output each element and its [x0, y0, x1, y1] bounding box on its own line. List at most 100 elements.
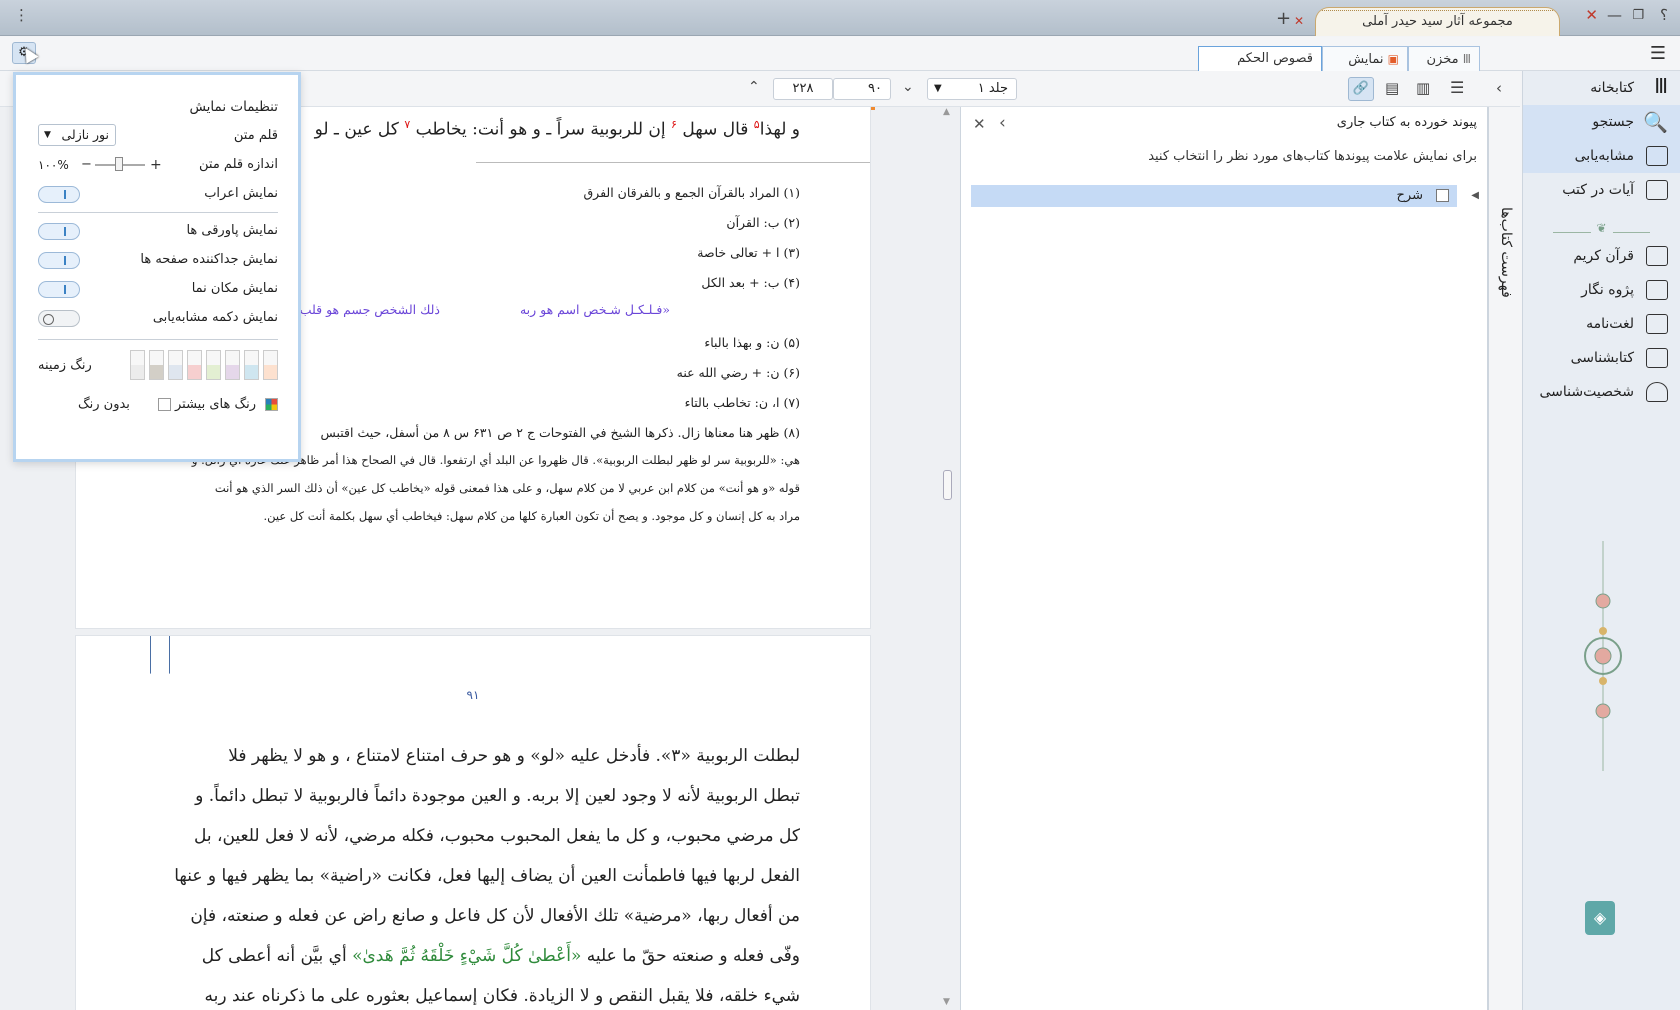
library-icon: Ⅲ — [1462, 52, 1471, 66]
bookmark-icon[interactable] — [150, 636, 170, 674]
page-down-icon[interactable]: ⌄ — [902, 79, 914, 95]
collapse-panel-icon[interactable]: ‹ — [1496, 79, 1502, 97]
toggle-label: نمایش اعراب — [204, 186, 278, 201]
color-swatch[interactable] — [244, 350, 259, 380]
sidebar-item-dictionary[interactable]: لغت‌نامه — [1523, 307, 1680, 341]
color-swatch[interactable] — [130, 350, 145, 380]
list-view-icon[interactable]: ☰ — [1450, 78, 1464, 97]
color-swatch[interactable] — [187, 350, 202, 380]
sidebar-item-bibliography[interactable]: کتابشناسی — [1523, 341, 1680, 375]
tab-fosus[interactable]: قصوص الحکم — [1198, 46, 1322, 71]
notebook-icon — [1646, 280, 1668, 300]
page-number-input[interactable]: ۹۰ — [833, 78, 891, 100]
color-swatch[interactable] — [225, 350, 240, 380]
font-select[interactable]: نور نازلی ▼ — [38, 124, 116, 146]
sidebar-item-search[interactable]: 🔍 جستجو — [1523, 105, 1680, 139]
page-separator-toggle[interactable] — [38, 252, 80, 269]
expand-arrow-icon[interactable]: ◀ — [1471, 185, 1479, 207]
no-color-label: بدون رنگ — [78, 397, 130, 412]
scroll-up-icon[interactable]: ▲ — [943, 107, 950, 117]
tab-store[interactable]: Ⅲ مخزن — [1408, 46, 1480, 71]
chevron-down-icon: ▼ — [44, 130, 51, 140]
font-value: نور نازلی — [61, 127, 110, 142]
window-tab-main[interactable]: مجموعه آثار سید حیدر آملی ✕ — [1294, 7, 1560, 36]
color-swatch[interactable] — [206, 350, 221, 380]
font-size-increase-button[interactable]: + — [150, 153, 162, 177]
books-index-tab[interactable]: فهرست کتاب‌ها — [1498, 207, 1514, 298]
toggle-label: نمایش مکان نما — [191, 281, 278, 296]
cursor-toggle[interactable] — [38, 281, 80, 298]
toggle-row: نمایش مکان نما — [38, 277, 278, 301]
maximize-window-icon[interactable]: ❐ — [1632, 8, 1644, 23]
quran-verse[interactable]: «أَعْطىٰ كُلَّ شَيْءٍ خَلْقَهُ ثُمَّ هَد… — [352, 946, 581, 966]
diacritics-toggle[interactable] — [38, 186, 80, 203]
footnote: (۲) ب: القرآن — [726, 215, 800, 230]
menu-dots-icon[interactable]: ⋮ — [14, 6, 29, 24]
title-bar: ⋮ + مجموعه آثار سید حیدر آملی ✕ ✕ — ❐ ؟ — [0, 0, 1680, 36]
link-panel-description: برای نمایش علامت پیوندها کتاب‌های مورد ن… — [1148, 149, 1477, 164]
sidebar-item-similarity[interactable]: مشابه‌یابی — [1523, 139, 1680, 173]
footnote-marker[interactable]: ۷ — [404, 118, 410, 131]
font-size-label: اندازه قلم متن — [199, 157, 278, 172]
footnote-marker[interactable]: ۶ — [671, 118, 677, 131]
toggle-row: نمایش پاورقی ها — [38, 219, 278, 243]
footnotes-toggle[interactable] — [38, 223, 80, 240]
page-up-icon[interactable]: ⌃ — [748, 79, 760, 95]
palette-icon[interactable] — [265, 398, 278, 411]
sidebar-item-library[interactable]: Ⅲ کتابخانه — [1523, 71, 1680, 105]
back-icon[interactable]: ‹ — [999, 113, 1006, 133]
sidebar-item-label: قرآن کریم — [1573, 248, 1634, 264]
close-tab-icon[interactable]: ✕ — [1294, 7, 1304, 35]
font-size-decrease-button[interactable]: − — [81, 153, 92, 177]
volume-select[interactable]: جلد ۱ ▼ — [927, 78, 1017, 100]
sidebar-item-persons[interactable]: شخصیت‌شناسی — [1523, 375, 1680, 409]
ornament-decoration — [1584, 541, 1622, 771]
help-icon[interactable]: ؟ — [1660, 6, 1668, 24]
row-checkbox[interactable] — [1436, 189, 1449, 202]
sidebar-item-pajooh[interactable]: پژوه نگار — [1523, 273, 1680, 307]
book-view-icon[interactable]: ▥ — [1416, 79, 1430, 97]
text-line: شيء خلقه، فلا يقبل النقص و لا الزيادة. ف… — [204, 986, 800, 1006]
scrollbar-thumb[interactable] — [943, 470, 952, 500]
footnote: (۵) ن: و بهذا بالباء — [704, 335, 800, 350]
scroll-down-icon[interactable]: ▼ — [943, 997, 950, 1007]
text-fragment: كل عين ـ لو — [314, 119, 399, 140]
volume-value: جلد ۱ — [977, 81, 1008, 96]
text-fragment: قال سهل — [682, 119, 749, 140]
bg-color-label: رنگ زمینه — [38, 358, 92, 373]
color-swatch[interactable] — [149, 350, 164, 380]
no-color-checkbox[interactable] — [158, 398, 171, 411]
font-size-slider[interactable] — [95, 157, 145, 171]
footnote: (۳) ا + تعالی خاصة — [697, 245, 800, 260]
slider-thumb[interactable] — [115, 157, 123, 171]
color-swatch[interactable] — [263, 350, 278, 380]
sidebar-item-verses[interactable]: آیات در کتب — [1523, 173, 1680, 207]
minimize-window-icon[interactable]: — — [1607, 6, 1622, 24]
sidebar-item-quran[interactable]: قرآن کریم — [1523, 239, 1680, 273]
more-colors-label[interactable]: رنگ های بیشتر — [175, 397, 256, 412]
verses-book-icon — [1646, 180, 1668, 200]
font-size-row: اندازه قلم متن + − ۱۰۰% — [38, 153, 278, 177]
font-label: قلم متن — [233, 128, 278, 143]
color-swatch[interactable] — [168, 350, 183, 380]
list-item[interactable]: ◀ شرح — [971, 185, 1479, 207]
close-window-icon[interactable]: ✕ — [1585, 6, 1598, 24]
document-tab-bar: ⚙ قصوص الحکم ▣ نمایش Ⅲ مخزن ☰ — [0, 37, 1680, 71]
text-fragment: وفّى فعله و صنعته حقّ ما عليه — [586, 946, 800, 966]
toggle-label: نمایش دکمه مشابه‌یابی — [152, 310, 278, 325]
add-tab-button[interactable]: + — [1276, 8, 1291, 29]
font-row: قلم متن نور نازلی ▼ — [38, 124, 278, 148]
text-line: تبطل الربوبية لأنه لا وجود لعين إلا بربه… — [195, 786, 800, 806]
similarity-button-toggle[interactable] — [38, 310, 80, 327]
text-fragment: إن للربوبية سراً ـ و هو أنت: يخاطب — [415, 119, 666, 140]
bookmark-view-icon[interactable]: ▤ — [1385, 79, 1399, 97]
sidebar-item-label: پژوه نگار — [1581, 282, 1634, 298]
link-button[interactable]: 🔗 — [1348, 77, 1374, 101]
toggle-row: نمایش اعراب — [38, 182, 278, 206]
text-line: وفّى فعله و صنعته حقّ ما عليه «أَعْطىٰ ك… — [202, 946, 800, 966]
tab-display[interactable]: ▣ نمایش — [1322, 46, 1408, 71]
divider — [38, 212, 278, 213]
scrollbar[interactable]: ▲ ▼ — [940, 107, 956, 1010]
hamburger-menu-icon[interactable]: ☰ — [1650, 43, 1666, 64]
close-panel-icon[interactable]: ✕ — [973, 115, 986, 133]
